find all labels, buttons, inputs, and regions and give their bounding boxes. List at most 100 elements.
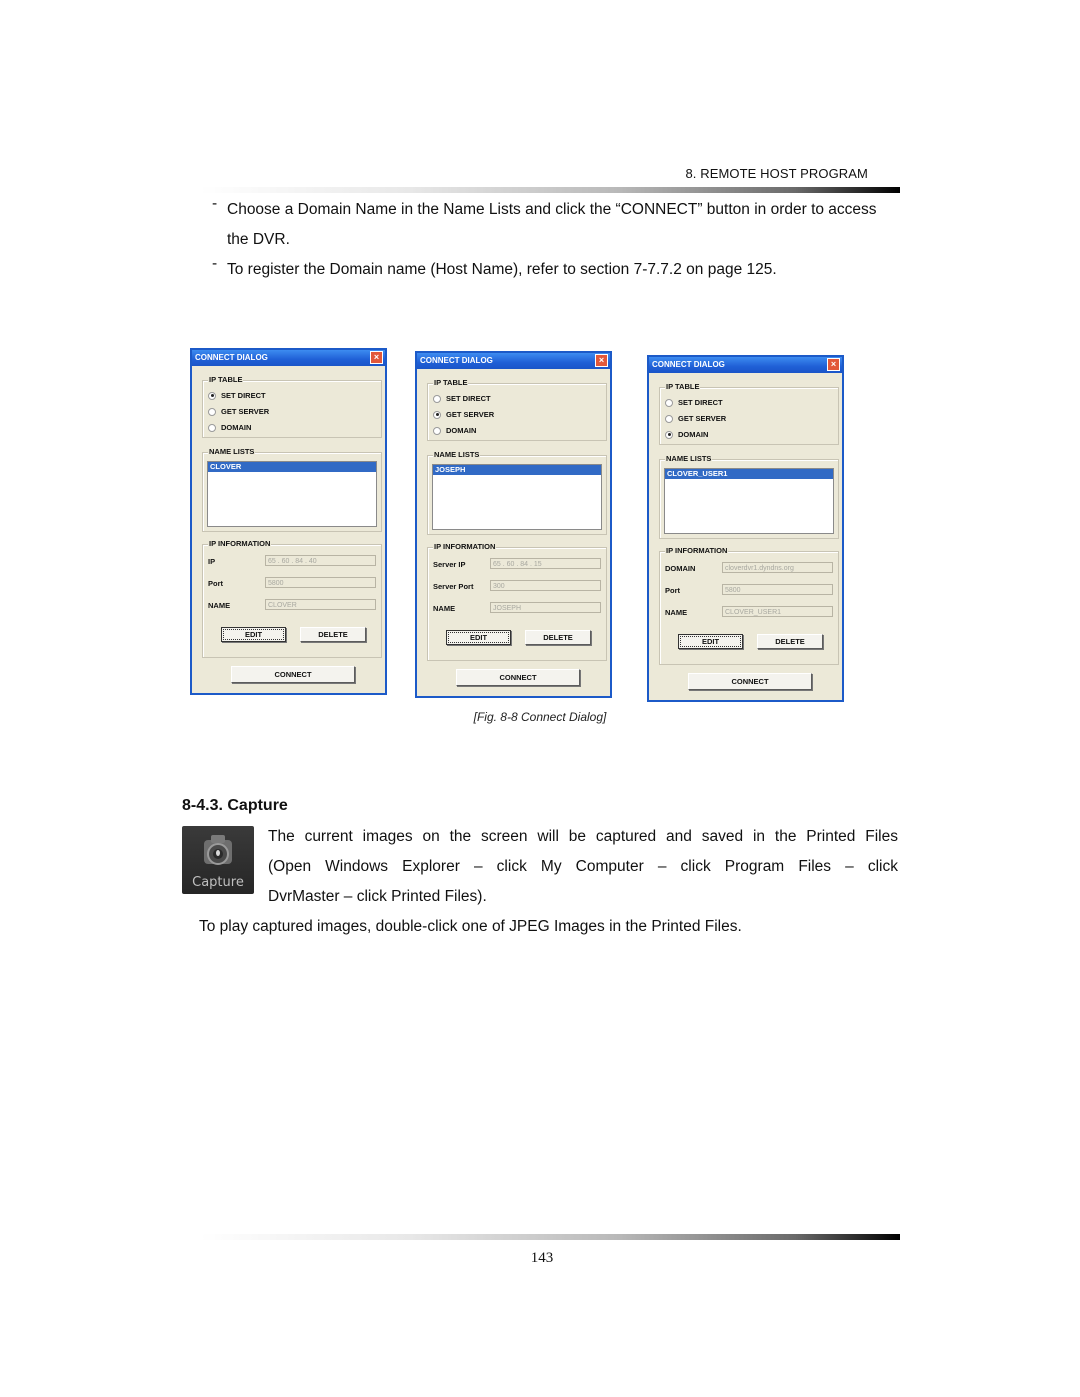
delete-button[interactable]: DELETE — [300, 627, 366, 642]
connect-button[interactable]: CONNECT — [688, 673, 812, 690]
capture-note: To play captured images, double-click on… — [199, 918, 742, 935]
field-label: DOMAIN — [665, 564, 696, 573]
field-label: Port — [208, 579, 223, 588]
radio-label: GET SERVER — [678, 414, 727, 423]
field-label: NAME — [433, 604, 456, 613]
radio-domain[interactable]: DOMAIN — [208, 423, 251, 432]
radio-button-icon[interactable] — [665, 414, 673, 423]
radio-set-direct[interactable]: SET DIRECT — [433, 394, 491, 403]
group-legend: IP INFORMATION — [208, 539, 272, 548]
radio-button-icon[interactable] — [433, 410, 441, 419]
ip-information-group: IP INFORMATION IP 65 . 60 . 84 . 40 Port … — [202, 539, 382, 658]
field-input-name[interactable]: JOSEPH — [490, 602, 601, 613]
name-list[interactable]: CLOVER_USER1 — [664, 468, 834, 534]
field-input-ip[interactable]: 65 . 60 . 84 . 40 — [265, 555, 376, 566]
radio-set-direct[interactable]: SET DIRECT — [665, 398, 723, 407]
radio-button-icon[interactable] — [433, 394, 441, 403]
name-list[interactable]: JOSEPH — [432, 464, 602, 530]
field-label: Server IP — [433, 560, 466, 569]
radio-get-server[interactable]: GET SERVER — [665, 414, 726, 423]
list-item[interactable]: CLOVER_USER1 — [665, 469, 833, 479]
group-legend: IP TABLE — [433, 378, 469, 387]
group-legend: NAME LISTS — [208, 447, 256, 456]
name-lists-group: NAME LISTS JOSEPH — [427, 450, 607, 535]
radio-set-direct[interactable]: SET DIRECT — [208, 391, 266, 400]
running-header: 8. REMOTE HOST PROGRAM — [685, 166, 868, 181]
connect-button[interactable]: CONNECT — [231, 666, 355, 683]
capture-button-icon: Capture — [182, 826, 254, 894]
radio-get-server[interactable]: GET SERVER — [208, 407, 269, 416]
footer-rule — [200, 1234, 900, 1240]
field-label: NAME — [208, 601, 231, 610]
field-input-name[interactable]: CLOVER — [265, 599, 376, 610]
header-rule — [200, 187, 900, 193]
edit-button[interactable]: EDIT — [678, 634, 743, 649]
camera-icon — [204, 835, 232, 865]
group-legend: NAME LISTS — [433, 450, 481, 459]
dialog-title-bar: CONNECT DIALOG × — [417, 353, 610, 369]
ip-table-group: IP TABLE SET DIRECT GET SERVER DOMAIN — [202, 375, 382, 438]
radio-get-server[interactable]: GET SERVER — [433, 410, 494, 419]
figure-caption-text: [Fig. 8-8 Connect Dialog] — [473, 710, 607, 724]
ip-table-group: IP TABLE SET DIRECT GET SERVER DOMAIN — [427, 378, 607, 441]
radio-button-icon[interactable] — [665, 398, 673, 407]
group-legend: IP TABLE — [665, 382, 701, 391]
delete-button[interactable]: DELETE — [757, 634, 823, 649]
radio-label: SET DIRECT — [446, 394, 491, 403]
capture-line: DvrMaster – click Printed Files). — [268, 888, 487, 905]
close-icon[interactable]: × — [827, 358, 840, 371]
dialog-title-bar: CONNECT DIALOG × — [649, 357, 842, 373]
radio-button-icon[interactable] — [665, 430, 673, 439]
list-item[interactable]: CLOVER — [208, 462, 376, 472]
edit-button[interactable]: EDIT — [221, 627, 286, 642]
figure-caption: [Fig. 8-8 Connect Dialog] — [0, 710, 1080, 724]
intro-bullet-1: Choose a Domain Name in the Name Lists a… — [227, 201, 877, 248]
radio-domain[interactable]: DOMAIN — [665, 430, 708, 439]
ip-table-group: IP TABLE SET DIRECT GET SERVER DOMAIN — [659, 382, 839, 445]
field-label: Port — [665, 586, 680, 595]
intro-bullet-2: To register the Domain name (Host Name),… — [227, 261, 777, 278]
field-input-port[interactable]: 5800 — [722, 584, 833, 595]
group-legend: IP INFORMATION — [665, 546, 729, 555]
connect-button[interactable]: CONNECT — [456, 669, 580, 686]
edit-button[interactable]: EDIT — [446, 630, 511, 645]
radio-label: GET SERVER — [446, 410, 495, 419]
field-input-port[interactable]: 5800 — [265, 577, 376, 588]
radio-domain[interactable]: DOMAIN — [433, 426, 476, 435]
field-input-server-ip[interactable]: 65 . 60 . 84 . 15 — [490, 558, 601, 569]
field-input-domain[interactable]: cloverdvr1.dyndns.org — [722, 562, 833, 573]
connect-dialog: CONNECT DIALOG × IP TABLE SET DIRECT GET… — [190, 348, 387, 695]
list-item[interactable]: JOSEPH — [433, 465, 601, 475]
connect-dialog: CONNECT DIALOG × IP TABLE SET DIRECT GET… — [415, 351, 612, 698]
bullet-marker: - — [212, 195, 218, 212]
radio-button-icon[interactable] — [208, 423, 216, 432]
dialog-title: CONNECT DIALOG — [195, 353, 268, 362]
radio-label: GET SERVER — [221, 407, 270, 416]
radio-button-icon[interactable] — [433, 426, 441, 435]
radio-label: DOMAIN — [221, 423, 252, 432]
capture-line: (Open Windows Explorer – click My Comput… — [268, 858, 898, 875]
field-input-server-port[interactable]: 300 — [490, 580, 601, 591]
capture-icon-label: Capture — [192, 875, 244, 890]
close-icon[interactable]: × — [595, 354, 608, 367]
name-lists-group: NAME LISTS CLOVER — [202, 447, 382, 532]
name-list[interactable]: CLOVER — [207, 461, 377, 527]
bullet-marker: - — [212, 255, 218, 272]
group-legend: IP TABLE — [208, 375, 244, 384]
close-icon[interactable]: × — [370, 351, 383, 364]
radio-button-icon[interactable] — [208, 391, 216, 400]
field-label: NAME — [665, 608, 688, 617]
radio-button-icon[interactable] — [208, 407, 216, 416]
delete-button[interactable]: DELETE — [525, 630, 591, 645]
radio-label: SET DIRECT — [678, 398, 723, 407]
page-number: 143 — [530, 1250, 554, 1266]
field-input-name[interactable]: CLOVER_USER1 — [722, 606, 833, 617]
radio-label: DOMAIN — [446, 426, 477, 435]
radio-label: SET DIRECT — [221, 391, 266, 400]
dialog-title-bar: CONNECT DIALOG × — [192, 350, 385, 366]
name-lists-group: NAME LISTS CLOVER_USER1 — [659, 454, 839, 539]
radio-label: DOMAIN — [678, 430, 709, 439]
dialog-title: CONNECT DIALOG — [652, 360, 725, 369]
capture-line: The current images on the screen will be… — [268, 828, 898, 845]
field-label: IP — [208, 557, 216, 566]
